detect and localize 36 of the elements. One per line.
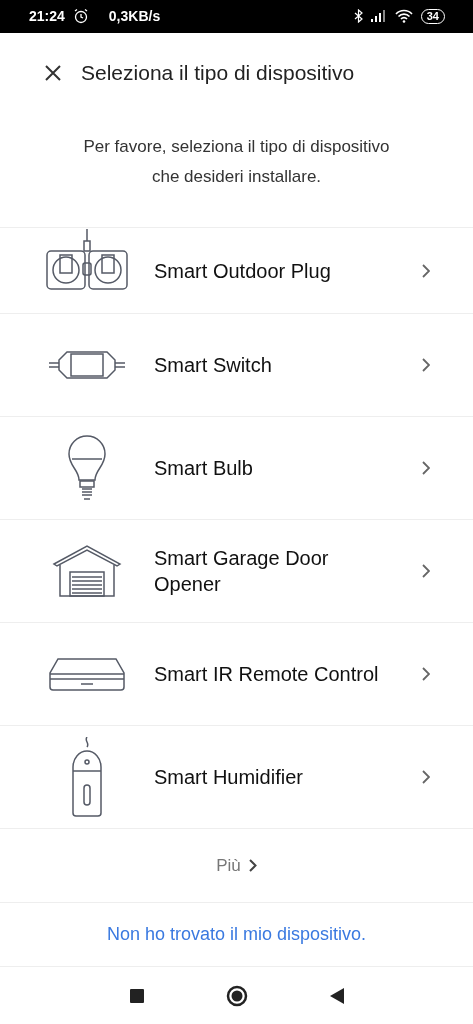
device-list-item[interactable]: Smart Switch: [0, 313, 473, 417]
chevron-right-icon: [422, 358, 430, 373]
chevron-right-icon: [248, 859, 257, 873]
humidifier-icon: [69, 737, 105, 818]
device-name: Smart Switch: [154, 353, 273, 379]
garage-icon: [52, 544, 122, 599]
chevron-right-icon: [422, 770, 430, 785]
home-button[interactable]: [225, 984, 248, 1007]
device-list-item[interactable]: Smart IR Remote Control: [0, 622, 473, 726]
device-name: Smart Bulb: [154, 456, 254, 482]
more-button[interactable]: Più: [212, 851, 261, 880]
device-list-item[interactable]: Smart Humidifier: [0, 725, 473, 829]
device-name: Smart Garage Door Opener: [154, 546, 330, 598]
recents-button[interactable]: [129, 988, 144, 1003]
alarm-clock-icon: [72, 8, 89, 25]
chevron-right-icon: [422, 263, 430, 278]
chevron-right-icon: [422, 667, 430, 682]
bluetooth-icon: [353, 9, 363, 24]
clock-time: 21:24: [29, 8, 65, 25]
device-list-item[interactable]: Smart Bulb: [0, 416, 473, 520]
device-list-item[interactable]: Smart Outdoor Plug: [0, 227, 473, 314]
device-name: Smart Humidifier: [154, 765, 304, 791]
device-not-found-link[interactable]: Non ho trovato il mio dispositivo.: [106, 924, 367, 946]
chevron-right-icon: [422, 564, 430, 579]
device-name: Smart Outdoor Plug: [154, 258, 332, 284]
device-name: Smart IR Remote Control: [154, 662, 380, 688]
network-speed: 0,3KB/s: [108, 8, 161, 25]
wifi-icon: [394, 9, 413, 24]
remote-hub-icon: [48, 657, 126, 692]
signal-icon: [370, 10, 387, 23]
page-title: Seleziona il tipo di dispositivo: [81, 61, 355, 86]
instructions-text: Per favore, seleziona il tipo di dispositivo che desideri installare.: [82, 136, 391, 189]
double-socket-icon: [45, 228, 129, 293]
device-list-item[interactable]: Smart Garage Door Opener: [0, 519, 473, 623]
chevron-right-icon: [422, 461, 430, 476]
back-button[interactable]: [329, 987, 344, 1004]
